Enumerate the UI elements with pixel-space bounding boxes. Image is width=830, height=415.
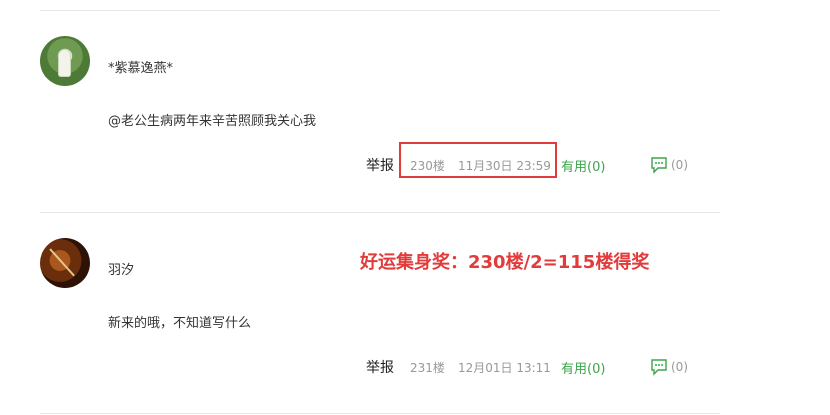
- avatar[interactable]: [40, 238, 90, 288]
- reply-count: (0): [671, 158, 688, 172]
- username[interactable]: *紫慕逸燕*: [108, 57, 173, 76]
- highlight-box: [399, 142, 557, 178]
- reply-button[interactable]: (0): [650, 358, 688, 376]
- useful-button[interactable]: 有用(0): [561, 358, 605, 377]
- comment-text: @老公生病两年来辛苦照顾我关心我: [108, 114, 317, 129]
- reply-count: (0): [671, 360, 688, 374]
- avatar[interactable]: [40, 36, 90, 86]
- comment-divider: [40, 212, 720, 213]
- reply-button[interactable]: (0): [650, 156, 688, 174]
- prize-annotation: 好运集身奖：230楼/2=115楼得奖: [360, 252, 650, 273]
- comment-text: 新来的哦，不知道写什么: [108, 316, 252, 331]
- bottom-divider: [40, 413, 720, 414]
- speech-bubble-icon: [650, 156, 668, 174]
- username[interactable]: 羽汐: [108, 259, 134, 278]
- report-button[interactable]: 举报: [366, 357, 394, 377]
- useful-button[interactable]: 有用(0): [561, 156, 605, 175]
- comment-datetime: 12月01日 13:11: [458, 361, 551, 375]
- report-button[interactable]: 举报: [366, 155, 394, 175]
- speech-bubble-icon: [650, 358, 668, 376]
- floor-number: 231楼: [410, 361, 445, 375]
- top-divider: [40, 10, 720, 11]
